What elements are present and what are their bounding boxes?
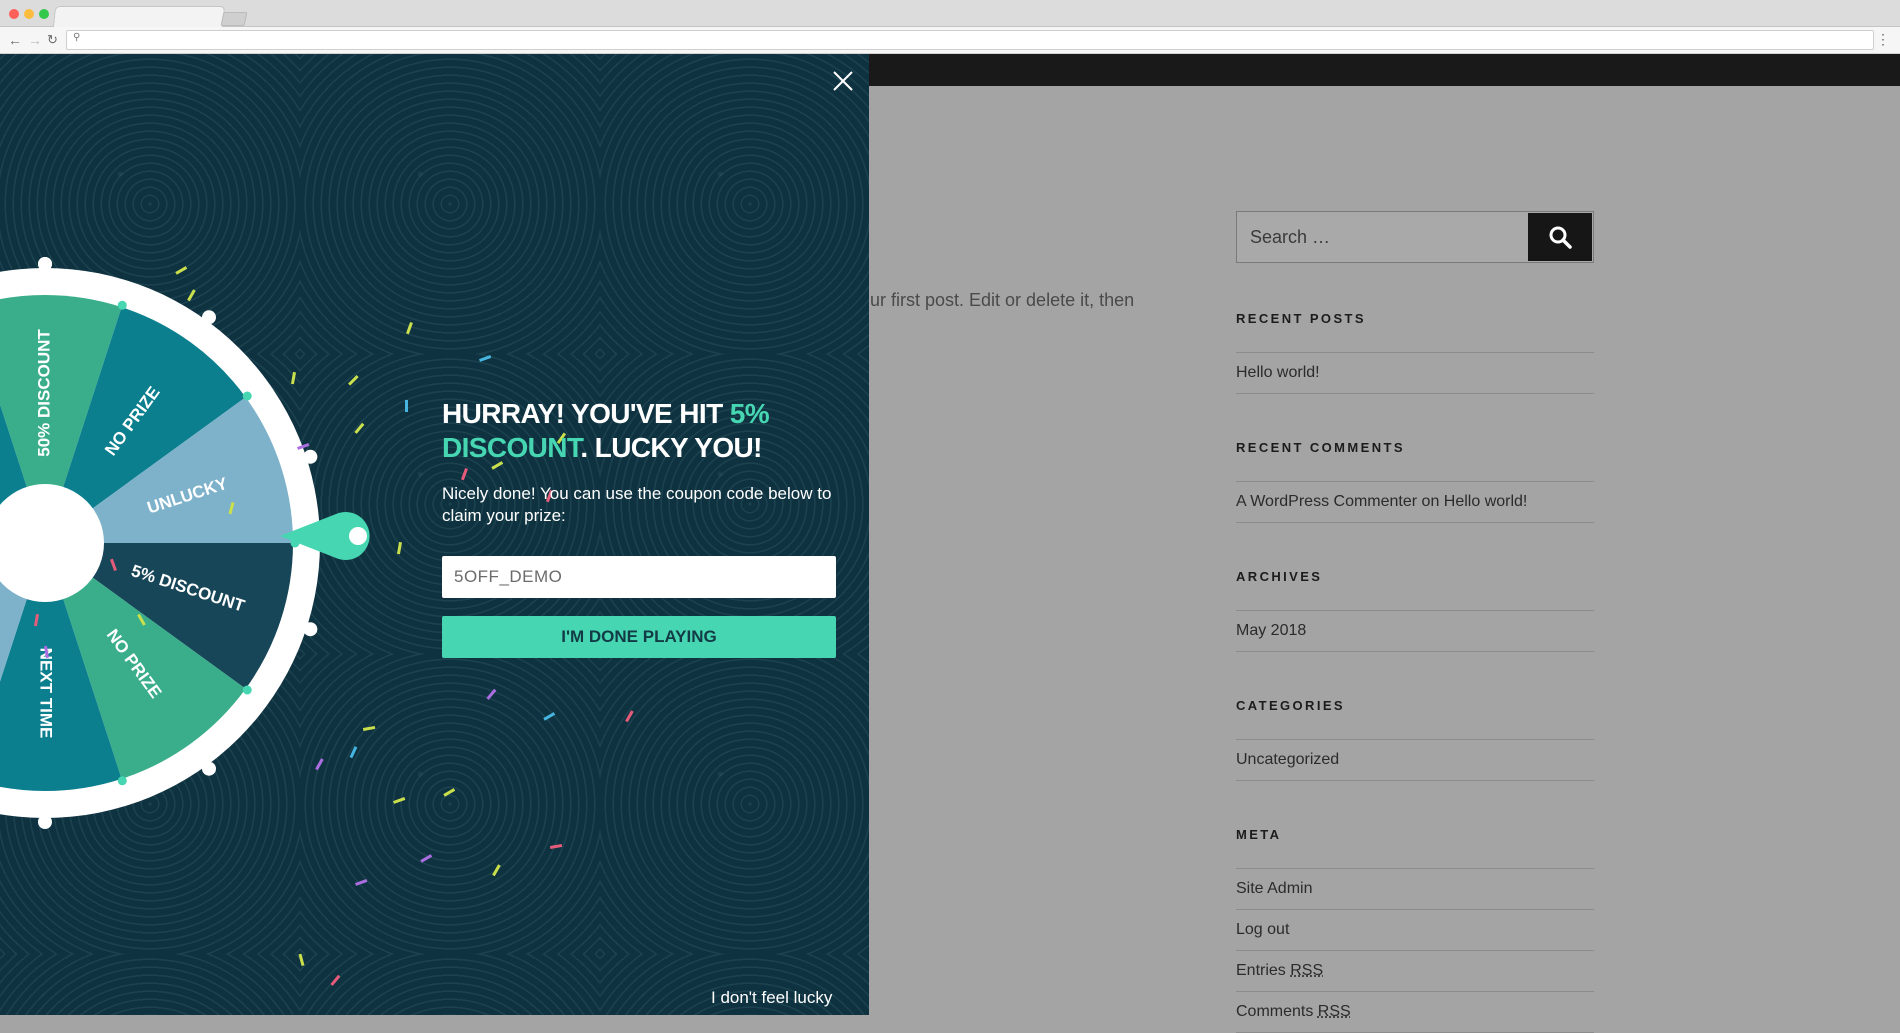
confetti-decoration bbox=[33, 266, 634, 986]
widget-title: ARCHIVES bbox=[1236, 569, 1323, 584]
reload-icon[interactable]: ↻ bbox=[47, 31, 58, 49]
search-input[interactable] bbox=[1237, 212, 1529, 262]
search-form bbox=[1236, 211, 1594, 263]
browser-toolbar: ← → ↻ ⚲ ⋮ bbox=[0, 27, 1900, 54]
browser-tab[interactable] bbox=[52, 6, 226, 28]
recent-comments-widget: RECENT COMMENTS A WordPress Commenter on… bbox=[1236, 440, 1594, 523]
list-item: Hello world! bbox=[1236, 352, 1594, 394]
headline-text: HURRAY! YOU'VE HIT bbox=[442, 398, 730, 429]
maximize-window-icon[interactable] bbox=[39, 9, 49, 19]
done-playing-button[interactable]: I'M DONE PLAYING bbox=[442, 616, 836, 658]
site-admin-link[interactable]: Site Admin bbox=[1236, 880, 1312, 897]
forward-arrow-icon[interactable]: → bbox=[28, 31, 42, 49]
widget-title: CATEGORIES bbox=[1236, 698, 1345, 713]
search-icon bbox=[1549, 226, 1572, 249]
dont-feel-lucky-link[interactable]: I don't feel lucky bbox=[711, 988, 832, 1008]
comments-rss-link[interactable]: Comments RSS bbox=[1236, 1003, 1351, 1020]
widget-title: META bbox=[1236, 827, 1282, 842]
comment-author-link[interactable]: A WordPress Commenter bbox=[1236, 493, 1417, 510]
new-tab-button[interactable] bbox=[220, 12, 248, 26]
list-item: Site Admin bbox=[1236, 868, 1594, 909]
entries-rss-link[interactable]: Entries RSS bbox=[1236, 962, 1323, 979]
rss-abbr: RSS bbox=[1317, 1003, 1351, 1020]
list-item: May 2018 bbox=[1236, 610, 1594, 652]
comment-post-link[interactable]: Hello world! bbox=[1444, 493, 1528, 510]
list-item: A WordPress Commenter on Hello world! bbox=[1236, 481, 1594, 523]
widget-title: RECENT POSTS bbox=[1236, 311, 1366, 326]
recent-posts-widget: RECENT POSTS Hello world! bbox=[1236, 311, 1594, 394]
list-item: Log out bbox=[1236, 909, 1594, 950]
post-excerpt: ur first post. Edit or delete it, then bbox=[870, 290, 1135, 310]
list-item: Comments RSS bbox=[1236, 991, 1594, 1033]
categories-widget: CATEGORIES Uncategorized bbox=[1236, 698, 1594, 781]
browser-tab-bar bbox=[0, 0, 1900, 28]
meta-widget: META Site Admin Log out Entries RSS Comm… bbox=[1236, 827, 1594, 1033]
comment-joiner: on bbox=[1417, 493, 1444, 510]
rss-prefix: Comments bbox=[1236, 1003, 1318, 1020]
search-button[interactable] bbox=[1528, 213, 1592, 261]
rss-prefix: Entries bbox=[1236, 962, 1291, 979]
address-bar[interactable]: ⚲ bbox=[66, 30, 1874, 50]
back-arrow-icon[interactable]: ← bbox=[8, 31, 22, 49]
archives-widget: ARCHIVES May 2018 bbox=[1236, 569, 1594, 652]
list-item: Entries RSS bbox=[1236, 950, 1594, 991]
recent-post-link[interactable]: Hello world! bbox=[1236, 364, 1320, 381]
category-link[interactable]: Uncategorized bbox=[1236, 751, 1339, 768]
spin-wheel-popup: 50% DISCOUNT NO PRIZE UNLUCKY 5% DISCOUNT NO… bbox=[0, 54, 869, 1015]
prize-headline: HURRAY! YOU'VE HIT 5% DISCOUNT. LUCKY YO… bbox=[442, 397, 842, 465]
list-item: Uncategorized bbox=[1236, 739, 1594, 781]
headline-text: . LUCKY YOU! bbox=[580, 432, 762, 463]
prize-instructions: Nicely done! You can use the coupon code… bbox=[442, 484, 832, 525]
coupon-code-field[interactable] bbox=[442, 556, 836, 598]
minimize-window-icon[interactable] bbox=[24, 9, 34, 19]
search-icon: ⚲ bbox=[73, 32, 81, 43]
site-header-bar bbox=[869, 54, 1900, 86]
browser-menu-icon[interactable]: ⋮ bbox=[1876, 31, 1890, 48]
rss-abbr: RSS bbox=[1290, 962, 1324, 979]
log-out-link[interactable]: Log out bbox=[1236, 921, 1289, 938]
widget-title: RECENT COMMENTS bbox=[1236, 440, 1405, 455]
close-window-icon[interactable] bbox=[9, 9, 19, 19]
archive-link[interactable]: May 2018 bbox=[1236, 622, 1306, 639]
